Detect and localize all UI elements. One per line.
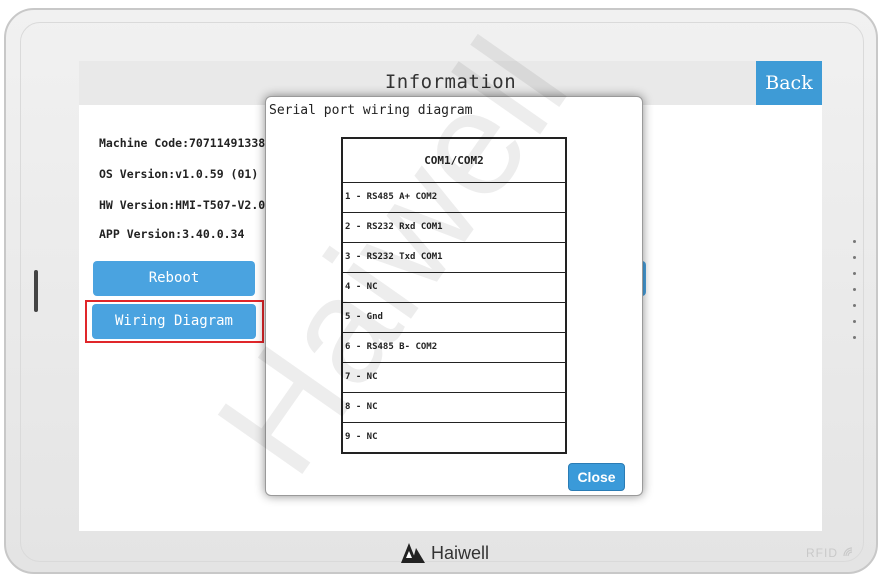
wiring-row: 8 - NC [343, 393, 565, 423]
page-title: Information [384, 71, 517, 93]
brand-name: Haiwell [431, 542, 490, 563]
rfid-label: RFID [806, 546, 854, 560]
close-button[interactable]: Close [568, 463, 625, 491]
hw-version-text: HW Version:HMI-T507-V2.0 [99, 198, 266, 212]
wiring-row: 2 - RS232 Rxd COM1 [343, 213, 565, 243]
haiwell-logo-icon [401, 543, 425, 563]
wiring-row: 9 - NC [345, 432, 378, 442]
wiring-row: 3 - RS232 Txd COM1 [343, 243, 565, 273]
wiring-table: COM1/COM2 1 - RS485 A+ COM2 2 - RS232 Rx… [341, 137, 567, 454]
wiring-diagram-button[interactable]: Wiring Diagram [92, 304, 256, 339]
dialog-title: Serial port wiring diagram [269, 103, 473, 118]
side-slot [34, 270, 38, 312]
machine-code-text: Machine Code:70711491338 [99, 136, 266, 150]
wiring-table-header: COM1/COM2 [343, 139, 565, 183]
rfid-text: RFID [806, 546, 838, 560]
wiring-row: 6 - RS485 B- COM2 [343, 333, 565, 363]
wiring-row: 1 - RS485 A+ COM2 [343, 183, 565, 213]
rfid-icon [843, 547, 853, 557]
wiring-diagram-dialog: Serial port wiring diagram COM1/COM2 1 -… [265, 96, 643, 496]
sensor-dots [853, 240, 857, 352]
wiring-row: 4 - NC [343, 273, 565, 303]
back-button[interactable]: Back [756, 61, 822, 105]
reboot-button[interactable]: Reboot [93, 261, 255, 296]
brand-logo: Haiwell [400, 540, 489, 566]
app-version-text: APP Version:3.40.0.34 [99, 227, 245, 241]
wiring-row: 5 - Gnd [343, 303, 565, 333]
os-version-text: OS Version:v1.0.59 (01) [99, 167, 259, 181]
wiring-row: 7 - NC [343, 363, 565, 393]
